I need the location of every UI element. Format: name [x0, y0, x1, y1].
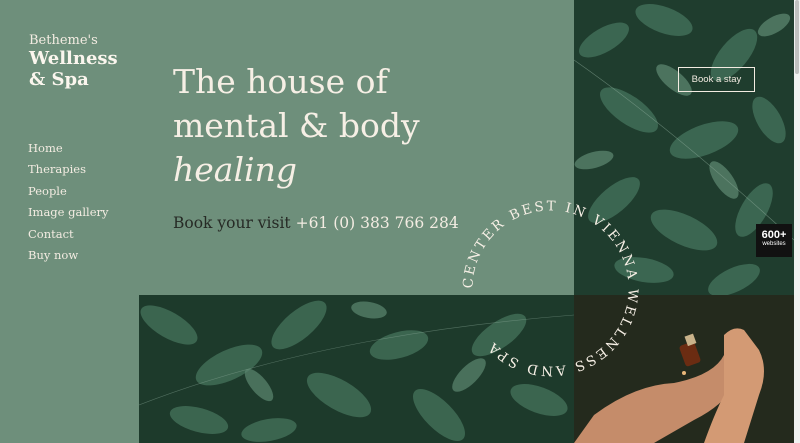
circular-badge-text: CENTER BEST IN VIENNA WELLNESS AND SPA — [460, 198, 641, 378]
phone-link[interactable]: +61 (0) 383 766 284 — [296, 214, 459, 232]
hero-title-line-3: healing — [173, 149, 297, 189]
hero-title-line-1: The house of — [173, 62, 388, 101]
book-visit-line: Book your visit +61 (0) 383 766 284 — [173, 214, 459, 232]
badge-label: websites — [762, 241, 786, 247]
book-visit-label: Book your visit — [173, 214, 291, 232]
main-nav: Home Therapies People Image gallery Cont… — [28, 140, 109, 268]
hero-title-line-2: mental & body — [173, 105, 420, 145]
book-a-stay-button[interactable]: Book a stay — [678, 67, 755, 92]
nav-item-home[interactable]: Home — [28, 140, 109, 161]
nav-item-people[interactable]: People — [28, 183, 109, 204]
badge-count: 600+ — [761, 229, 787, 241]
websites-badge[interactable]: 600+ websites — [756, 224, 792, 257]
nav-item-buy-now[interactable]: Buy now — [28, 247, 109, 268]
scrollbar-thumb[interactable] — [795, 0, 799, 74]
nav-item-contact[interactable]: Contact — [28, 226, 109, 247]
logo-line-3: & Spa — [29, 68, 89, 90]
nav-item-image-gallery[interactable]: Image gallery — [28, 204, 109, 225]
logo-line-1: Betheme's — [29, 33, 98, 48]
circle-text-content: CENTER BEST IN VIENNA WELLNESS AND SPA — [460, 198, 638, 378]
sidebar: Betheme's Wellness & Spa Home Therapies … — [0, 0, 139, 443]
scrollbar[interactable] — [794, 0, 800, 443]
hero-title: The house of mental & body healing — [173, 60, 420, 192]
logo-line-2: Wellness — [29, 47, 118, 69]
site-logo[interactable]: Betheme's Wellness & Spa — [29, 33, 118, 90]
nav-item-therapies[interactable]: Therapies — [28, 161, 109, 182]
circle-text-path: CENTER BEST IN VIENNA WELLNESS AND SPA — [460, 198, 641, 378]
